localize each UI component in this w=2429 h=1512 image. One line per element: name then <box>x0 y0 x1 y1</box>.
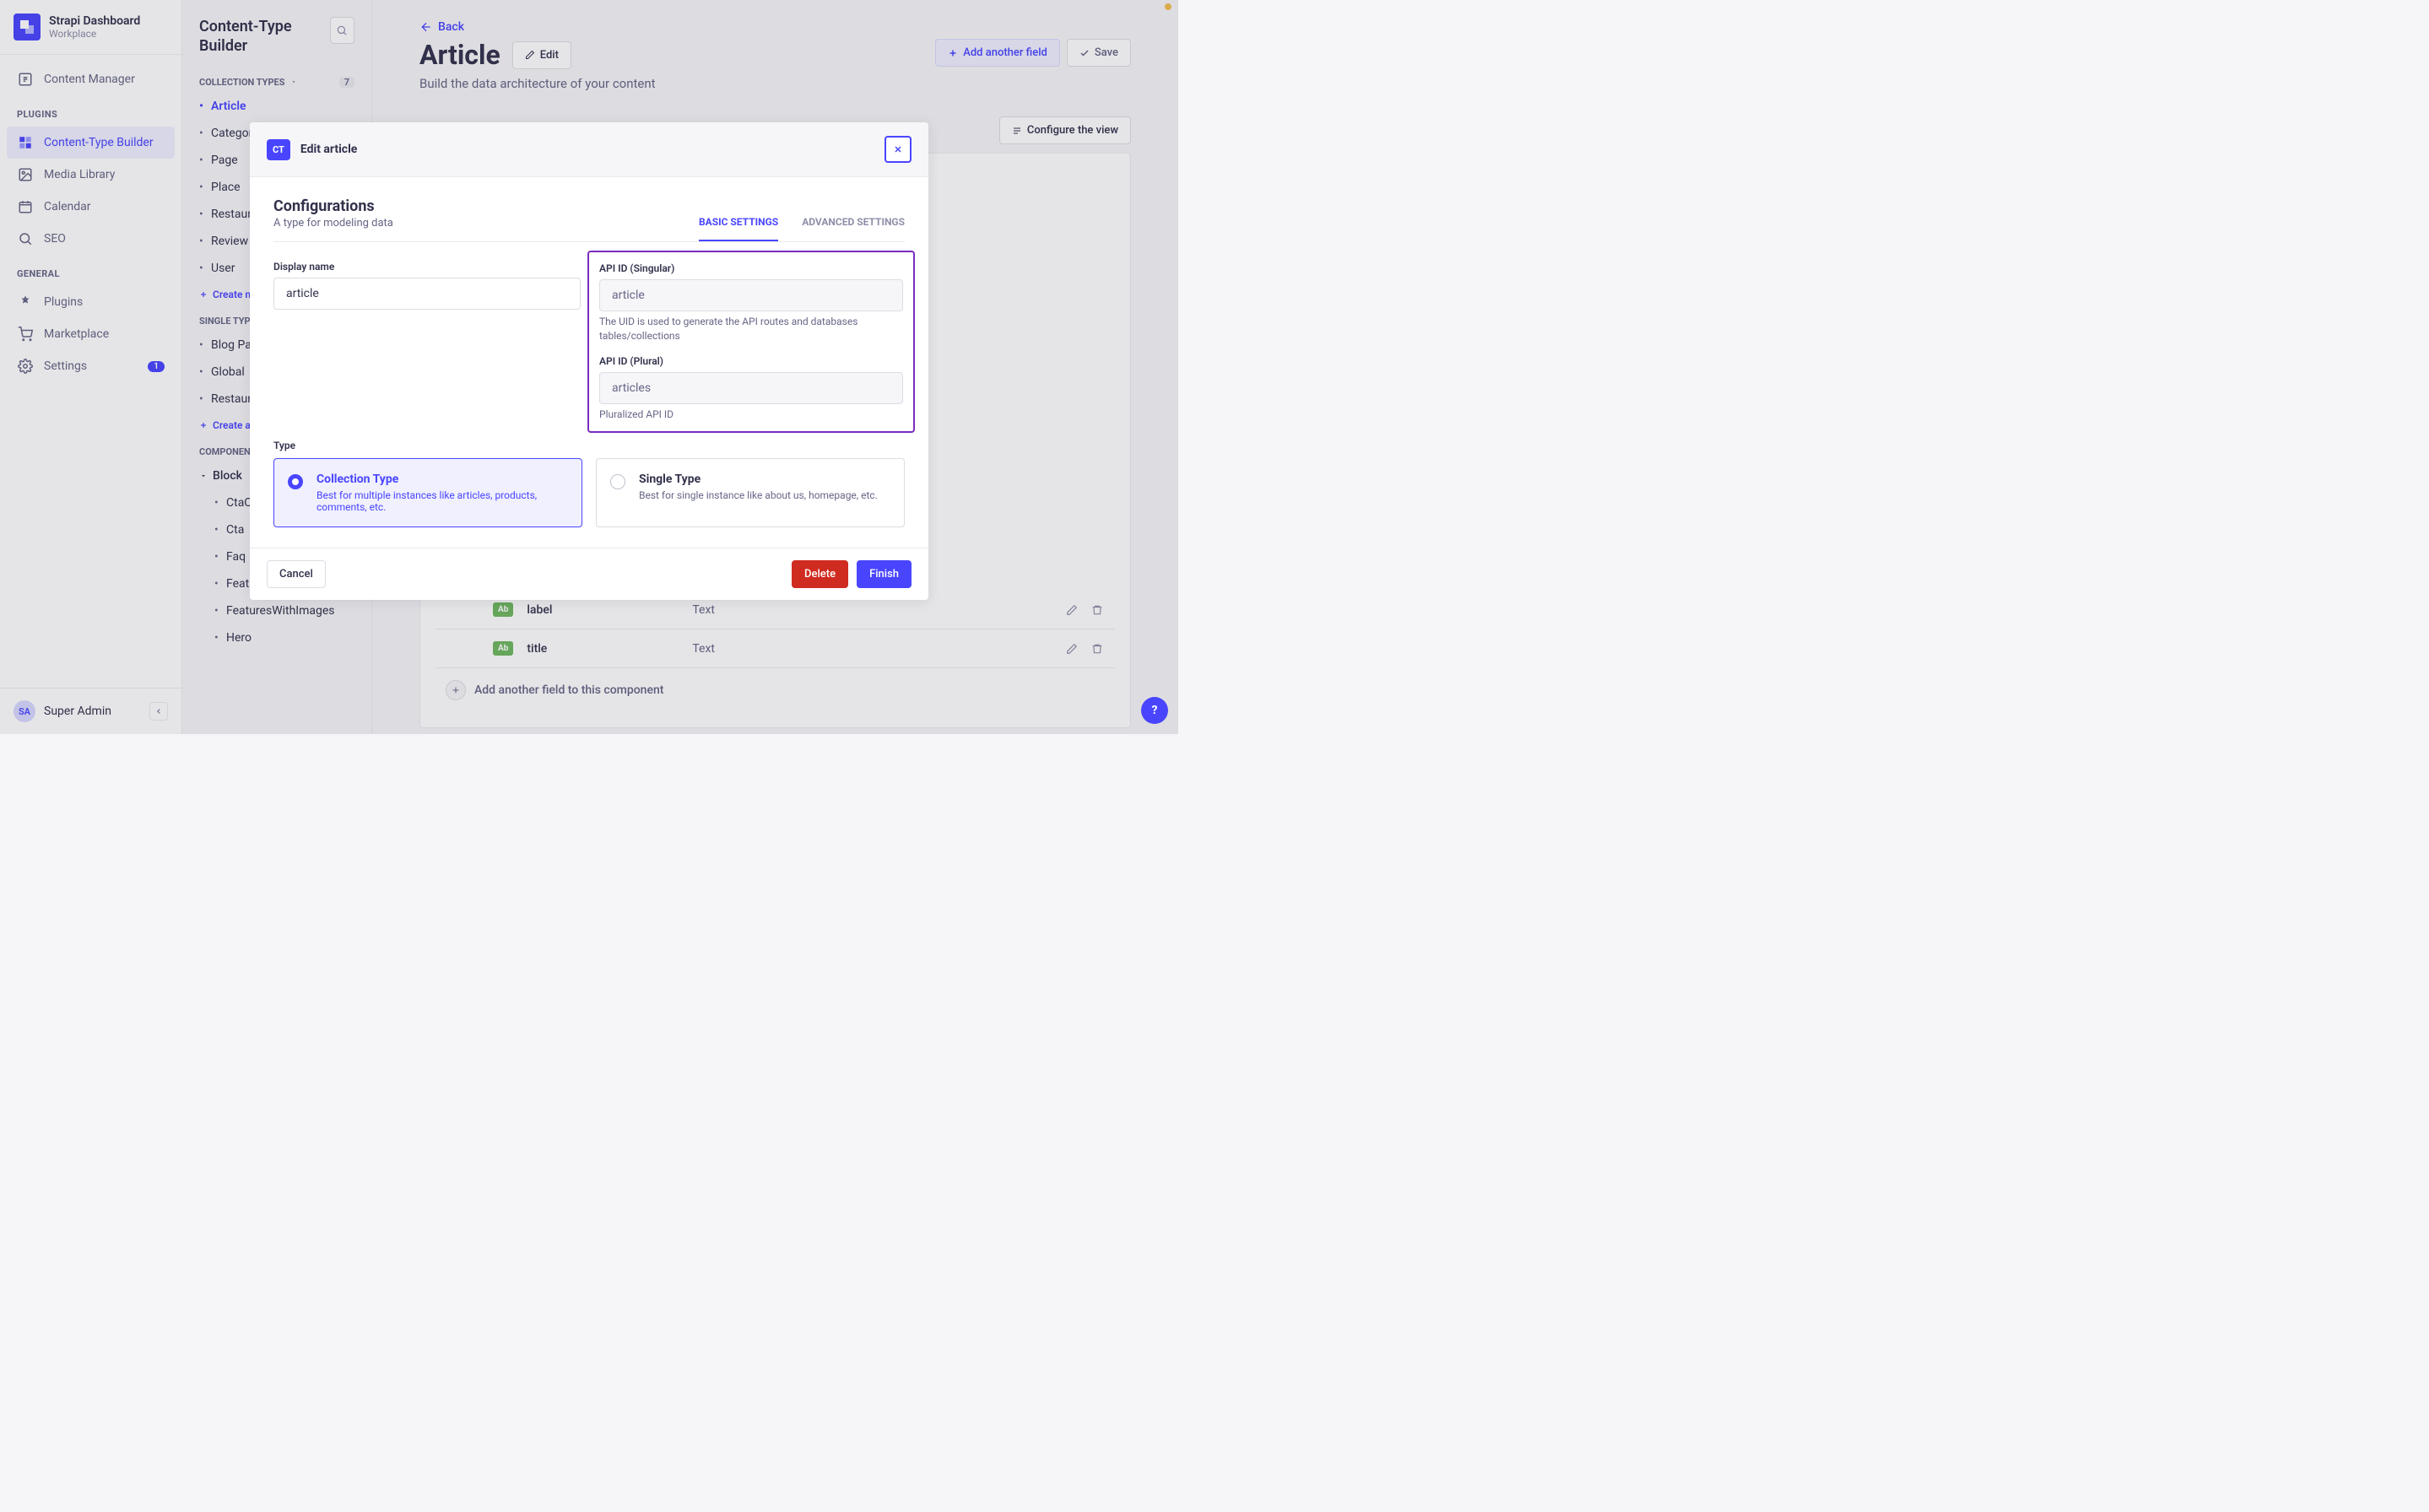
type-label: Type <box>273 440 905 451</box>
single-type-subtitle: Best for single instance like about us, … <box>639 489 890 501</box>
single-type-title: Single Type <box>639 472 890 486</box>
delete-button[interactable]: Delete <box>792 560 848 588</box>
config-subtitle: A type for modeling data <box>273 217 393 230</box>
config-title: Configurations <box>273 197 393 215</box>
collection-type-subtitle: Best for multiple instances like article… <box>316 489 568 513</box>
type-option-collection[interactable]: Collection Type Best for multiple instan… <box>273 458 582 527</box>
cancel-button[interactable]: Cancel <box>267 560 326 588</box>
radio-unselected-icon <box>610 474 625 489</box>
finish-button[interactable]: Finish <box>857 560 912 588</box>
type-option-single[interactable]: Single Type Best for single instance lik… <box>596 458 905 527</box>
edit-content-type-modal: CT Edit article Configurations A type fo… <box>250 122 928 600</box>
tab-advanced-settings[interactable]: ADVANCED SETTINGS <box>802 216 905 241</box>
help-button[interactable]: ? <box>1141 697 1168 724</box>
api-id-singular-input[interactable] <box>599 279 903 311</box>
radio-selected-icon <box>288 474 303 489</box>
api-id-plural-label: API ID (Plural) <box>599 355 903 367</box>
api-id-singular-help: The UID is used to generate the API rout… <box>599 315 903 343</box>
tab-basic-settings[interactable]: BASIC SETTINGS <box>699 216 778 241</box>
display-name-input[interactable] <box>273 278 581 310</box>
display-name-label: Display name <box>273 261 581 273</box>
modal-title: Edit article <box>300 143 358 156</box>
api-id-plural-input[interactable] <box>599 372 903 404</box>
ct-badge: CT <box>267 139 290 160</box>
collection-type-title: Collection Type <box>316 472 568 486</box>
api-id-singular-label: API ID (Singular) <box>599 262 903 274</box>
close-icon <box>893 144 903 154</box>
api-id-plural-help: Pluralized API ID <box>599 408 903 422</box>
modal-close-button[interactable] <box>885 136 912 163</box>
